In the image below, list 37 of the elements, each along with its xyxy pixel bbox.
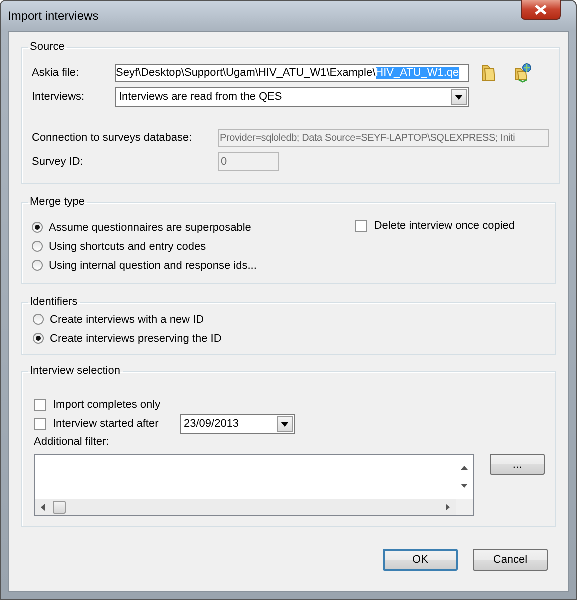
checkbox-option[interactable]: Interview started after <box>34 416 180 432</box>
down-arrow-icon[interactable] <box>461 484 468 488</box>
radio-option[interactable]: Using shortcuts and entry codes <box>32 239 257 254</box>
horizontal-scrollbar[interactable] <box>35 499 456 515</box>
radio-option[interactable]: Create interviews with a new ID <box>33 312 545 327</box>
field-label: Askia file: <box>32 67 80 79</box>
folder-globe-icon[interactable] <box>513 63 533 83</box>
group-title: Identifiers <box>29 296 79 308</box>
close-button[interactable] <box>521 0 561 20</box>
field-label: Additional filter: <box>34 436 110 448</box>
close-icon <box>535 4 547 14</box>
date-picker[interactable]: 23/09/2013 <box>180 414 295 434</box>
right-arrow-icon[interactable] <box>446 504 450 510</box>
file-path-field[interactable]: Seyf\Desktop\Support\Ugam\HIV_ATU_W1\Example\HIV_ATU_W1.qe <box>115 64 469 82</box>
scrollbar-corner <box>456 499 473 515</box>
interviews-dropdown[interactable]: Interviews are read from the QES <box>115 87 469 107</box>
caret-icon <box>281 422 289 426</box>
ok-button[interactable]: OK <box>383 549 458 571</box>
radio-option[interactable]: Using internal question and response ids... <box>32 258 257 273</box>
radio-option[interactable]: Create interviews preserving the ID <box>33 331 545 346</box>
scroll-thumb[interactable] <box>53 500 66 514</box>
group-title: Source <box>29 41 66 53</box>
field-label: Survey ID: <box>32 156 84 168</box>
radio-option[interactable]: Assume questionnaires are superposable <box>32 220 257 235</box>
window-title: Import interviews <box>8 9 99 23</box>
browse-button[interactable]: ... <box>490 454 545 475</box>
group-title: Interview selection <box>29 365 122 377</box>
cancel-button[interactable]: Cancel <box>473 549 548 571</box>
filter-field[interactable] <box>34 454 474 516</box>
left-arrow-icon[interactable] <box>41 504 45 510</box>
field-label: Connection to surveys database: <box>32 132 194 144</box>
checkbox-option[interactable]: Import completes only <box>34 397 545 412</box>
up-arrow-icon[interactable] <box>461 466 468 470</box>
checkbox-option[interactable]: Delete interview once copied <box>355 218 515 233</box>
field-label: Interviews: <box>32 91 86 103</box>
caret-icon <box>455 94 463 100</box>
group-title: Merge type <box>29 196 86 208</box>
